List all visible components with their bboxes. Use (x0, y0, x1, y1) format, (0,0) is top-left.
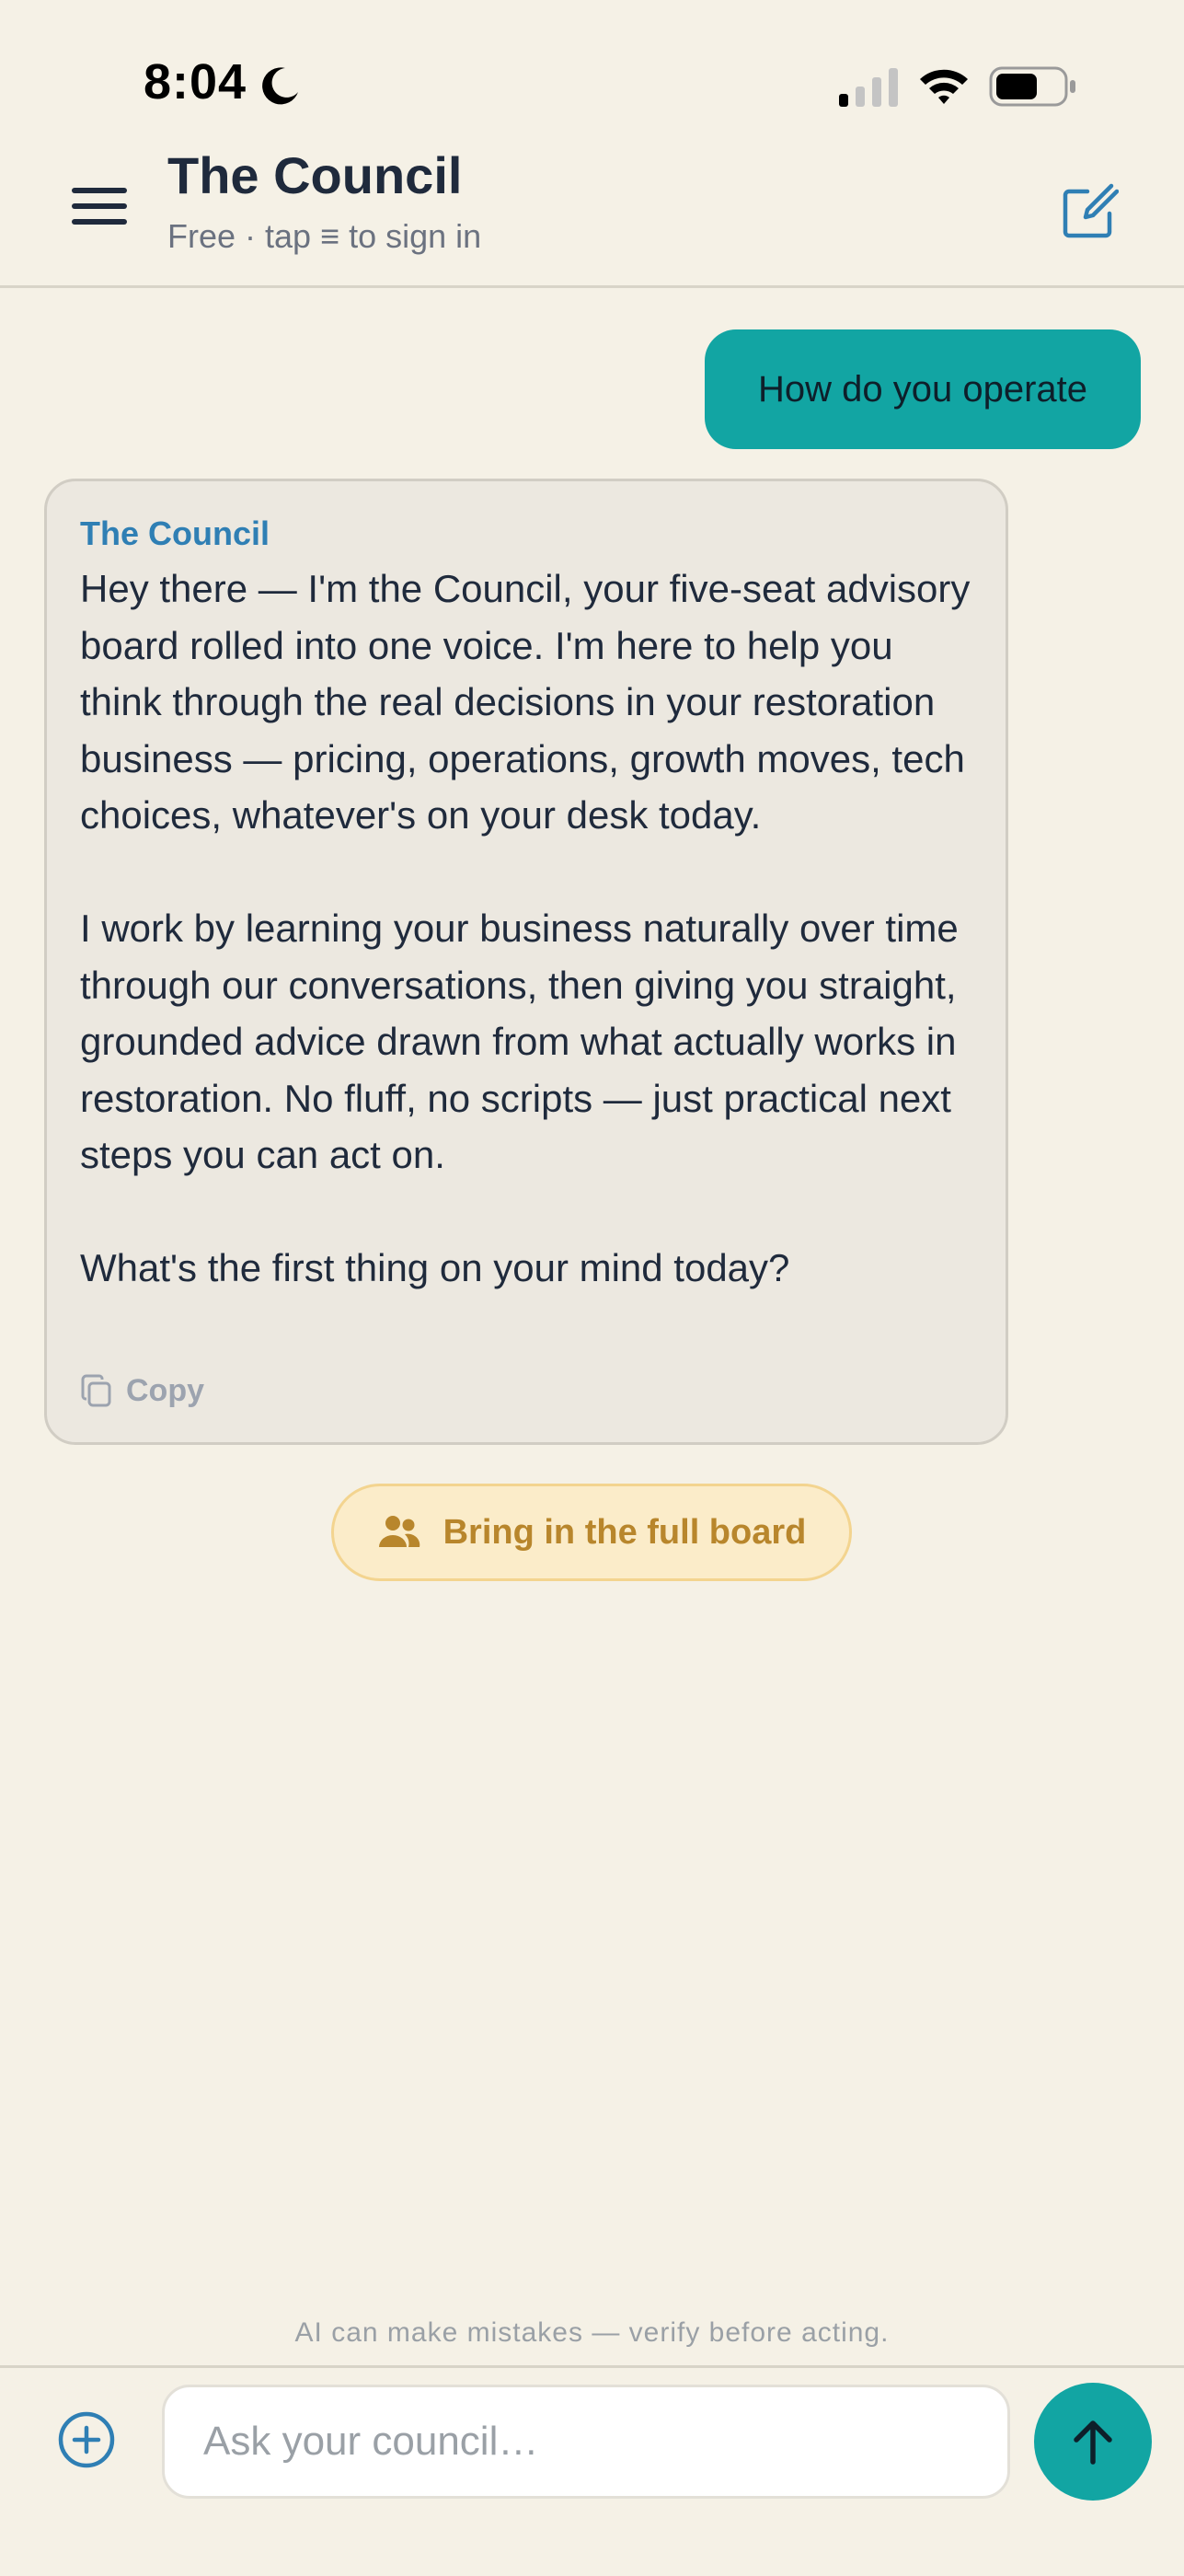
copy-button[interactable]: Copy (80, 1372, 204, 1409)
add-icon[interactable] (57, 2410, 116, 2469)
copy-label: Copy (126, 1372, 204, 1408)
message-input[interactable] (162, 2385, 1010, 2499)
copy-icon (81, 1374, 111, 1407)
send-button[interactable] (1034, 2383, 1152, 2501)
assistant-paragraph: Hey there — I'm the Council, your five-s… (80, 567, 971, 837)
app-title: The Council (167, 146, 463, 204)
assistant-message-text: Hey there — I'm the Council, your five-s… (80, 560, 982, 1353)
signal-icon (839, 68, 898, 107)
wifi-icon (920, 69, 968, 104)
board-button-label: Bring in the full board (443, 1512, 807, 1552)
app-header: The Council Free · tap ≡ to sign in (0, 138, 1184, 288)
message-composer (0, 2365, 1184, 2576)
people-icon (378, 1516, 420, 1547)
assistant-paragraph: I work by learning your business natural… (80, 907, 959, 1176)
battery-icon (989, 66, 1075, 107)
bring-full-board-button[interactable]: Bring in the full board (331, 1484, 852, 1581)
assistant-message-card: The Council Hey there — I'm the Council,… (44, 479, 1008, 1445)
assistant-name: The Council (80, 514, 270, 552)
moon-icon (262, 67, 298, 105)
status-time: 8:04 (144, 54, 247, 110)
assistant-paragraph: What's the first thing on your mind toda… (80, 1246, 790, 1289)
app-subtitle: Free · tap ≡ to sign in (167, 217, 482, 255)
arrow-up-icon (1074, 2420, 1112, 2465)
compose-icon[interactable] (1060, 182, 1119, 241)
user-message-bubble: How do you operate (705, 329, 1141, 449)
status-bar: 8:04 (0, 0, 1184, 138)
ai-disclaimer: AI can make mistakes — verify before act… (294, 2317, 890, 2348)
menu-icon[interactable] (72, 184, 127, 228)
